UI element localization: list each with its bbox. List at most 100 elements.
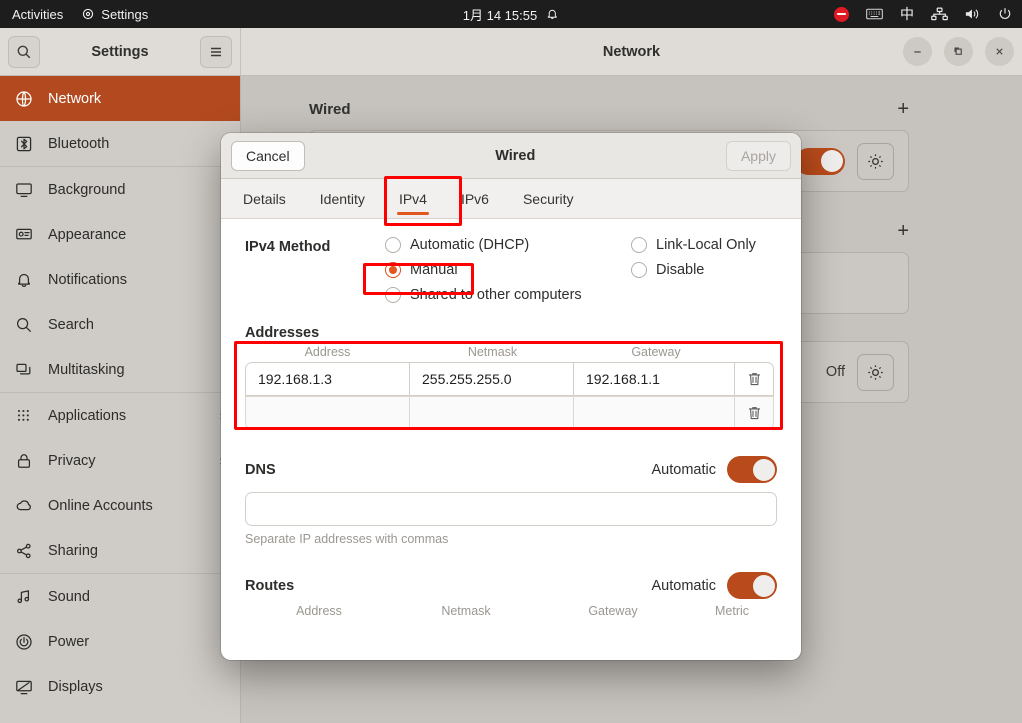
radio-indicator <box>385 237 401 253</box>
addresses-table[interactable]: 192.168.1.3 255.255.255.0 192.168.1.1 <box>245 362 777 430</box>
radio-shared-to-other-computers[interactable]: Shared to other computers <box>385 287 631 303</box>
clock-label: 1月 14 15:55 <box>462 7 538 23</box>
address-row[interactable] <box>245 396 777 430</box>
sidebar-item-multitasking[interactable]: Multitasking <box>0 347 240 392</box>
sidebar-item-power[interactable]: Power <box>0 619 240 664</box>
sidebar-item-background[interactable]: Background <box>0 167 240 212</box>
vpn-settings-button[interactable] <box>857 353 894 391</box>
gnome-top-bar: Activities Settings 1月 14 15:55 中 <box>0 0 1022 28</box>
radio-label: Manual <box>410 262 458 278</box>
main-menu-button[interactable] <box>199 35 232 68</box>
volume-icon[interactable] <box>965 7 981 21</box>
sidebar-item-sound[interactable]: Sound <box>0 574 240 619</box>
tab-ipv4[interactable]: IPv4 <box>395 179 431 218</box>
sidebar-item-label: Background <box>48 181 126 198</box>
activities-label: Activities <box>12 6 64 22</box>
page-title: Network <box>602 43 661 60</box>
gateway-input[interactable] <box>573 396 735 430</box>
sidebar-item-online-accounts[interactable]: Online Accounts <box>0 483 240 528</box>
radio-label: Shared to other computers <box>410 287 582 303</box>
wired-settings-button[interactable] <box>857 142 894 180</box>
sidebar-item-displays[interactable]: Displays <box>0 664 240 709</box>
netmask-input[interactable] <box>409 396 574 430</box>
ipv4-method-options-right[interactable]: Link-Local Only Disable <box>631 237 756 278</box>
dns-section: DNS Automatic Separate IP addresses with… <box>245 456 777 546</box>
radio-link-local-only[interactable]: Link-Local Only <box>631 237 756 253</box>
wired-toggle[interactable] <box>795 147 845 175</box>
address-row[interactable]: 192.168.1.3 255.255.255.0 192.168.1.1 <box>245 362 777 396</box>
app-menu-button[interactable]: Settings <box>81 7 148 22</box>
sidebar-item-label: Notifications <box>48 271 127 288</box>
dns-automatic-toggle[interactable] <box>727 456 777 483</box>
sidebar-title: Settings <box>91 43 149 60</box>
sidebar-item-label: Applications <box>48 407 127 424</box>
sidebar-item-label: Multitasking <box>48 361 125 378</box>
dialog-title: Wired <box>495 147 536 164</box>
search-icon <box>16 44 32 60</box>
address-input[interactable] <box>245 396 410 430</box>
sidebar-item-network[interactable]: Network <box>0 76 240 121</box>
sidebar-item-label: Online Accounts <box>48 497 153 514</box>
dns-input[interactable] <box>245 492 777 526</box>
sidebar-item-sharing[interactable]: Sharing <box>0 528 240 573</box>
sidebar-item-applications[interactable]: Applications› <box>0 393 240 438</box>
cancel-button[interactable]: Cancel <box>231 140 305 171</box>
clock-button[interactable]: 1月 14 15:55 <box>463 5 559 24</box>
gear-icon <box>867 364 884 381</box>
close-button[interactable] <box>985 37 1014 66</box>
address-column-header: Address <box>304 345 351 359</box>
tab-identity[interactable]: Identity <box>316 179 369 218</box>
keyboard-icon[interactable] <box>866 8 883 20</box>
routes-section: Routes Automatic Address Netmask Gateway Me… <box>245 572 777 618</box>
apply-button[interactable]: Apply <box>725 140 791 171</box>
power-icon[interactable] <box>998 7 1012 21</box>
gateway-input[interactable]: 192.168.1.1 <box>573 362 735 396</box>
tab-ipv6[interactable]: IPv6 <box>457 179 493 218</box>
tab-details[interactable]: Details <box>239 179 290 218</box>
settings-window-header: Settings Network <box>0 28 1022 76</box>
radio-indicator <box>631 237 647 253</box>
radio-automatic-dhcp[interactable]: Automatic (DHCP) <box>385 237 631 253</box>
dialog-tabs[interactable]: Details Identity IPv4 IPv6 Security <box>221 179 801 219</box>
tab-security[interactable]: Security <box>519 179 578 218</box>
delete-address-button[interactable] <box>734 362 774 396</box>
sidebar-item-search[interactable]: Search <box>0 302 240 347</box>
dns-title: DNS <box>245 461 276 478</box>
gear-icon <box>867 153 884 170</box>
maximize-button[interactable] <box>944 37 973 66</box>
network-wired-icon[interactable] <box>931 7 948 21</box>
bell-icon <box>546 7 559 21</box>
ipv4-method-options-left[interactable]: Automatic (DHCP) Manual Shared to other co… <box>385 237 631 303</box>
trash-icon <box>747 371 762 387</box>
delete-address-button[interactable] <box>734 396 774 430</box>
dns-hint: Separate IP addresses with commas <box>245 532 449 546</box>
input-method-indicator[interactable]: 中 <box>900 4 914 24</box>
routes-automatic-toggle[interactable] <box>727 572 777 599</box>
radio-label: Link-Local Only <box>656 237 756 253</box>
address-column-header: Gateway <box>631 345 681 359</box>
trash-icon <box>747 405 762 421</box>
background-icon <box>14 181 34 199</box>
sidebar-item-label: Appearance <box>48 226 127 243</box>
radio-label: Disable <box>656 262 705 278</box>
ipv4-method-row: IPv4 Method Automatic (DHCP) Manual Shared… <box>245 237 777 303</box>
address-input[interactable]: 192.168.1.3 <box>245 362 410 396</box>
sidebar-item-appearance[interactable]: Appearance <box>0 212 240 257</box>
sidebar-item-notifications[interactable]: Notifications <box>0 257 240 302</box>
radio-manual[interactable]: Manual <box>385 262 631 278</box>
search-button[interactable] <box>8 35 40 68</box>
minimize-button[interactable] <box>903 37 932 66</box>
wired-connection-dialog: Cancel Wired Apply Details Identity IPv4 IP… <box>221 133 801 660</box>
add-wired-button[interactable]: + <box>897 98 909 121</box>
share-icon <box>14 542 34 560</box>
activities-button[interactable]: Activities <box>12 7 63 22</box>
settings-sidebar[interactable]: Network Bluetooth Background Appearance Noti… <box>0 76 241 723</box>
sidebar-item-privacy[interactable]: Privacy› <box>0 438 240 483</box>
radio-disable[interactable]: Disable <box>631 262 756 278</box>
netmask-input[interactable]: 255.255.255.0 <box>409 362 574 396</box>
sidebar-item-label: Search <box>48 316 94 333</box>
addresses-section: Addresses Address Netmask Gateway 192.168.… <box>245 325 777 430</box>
sidebar-item-bluetooth[interactable]: Bluetooth <box>0 121 240 166</box>
do-not-disturb-icon[interactable] <box>834 6 849 22</box>
add-connection-button[interactable]: + <box>897 220 909 243</box>
